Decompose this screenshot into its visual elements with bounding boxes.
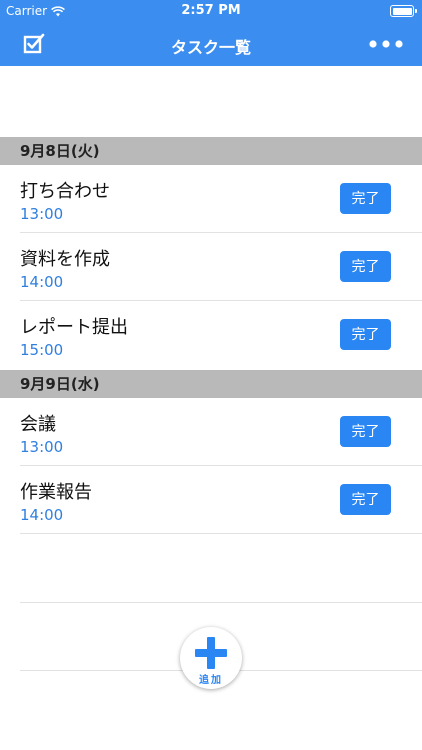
task-title: 資料を作成 <box>20 249 110 270</box>
task-time: 14:00 <box>20 273 64 291</box>
row-divider <box>20 533 422 534</box>
complete-button[interactable]: 完了 <box>340 416 391 447</box>
complete-button[interactable]: 完了 <box>340 183 391 214</box>
task-title: レポート提出 <box>20 317 128 338</box>
page-title: タスク一覧 <box>170 38 251 57</box>
task-row: レポート提出 15:00 完了 <box>0 301 422 369</box>
task-time: 14:00 <box>20 506 64 524</box>
empty-row-divider <box>20 602 422 603</box>
plus-icon <box>195 637 227 669</box>
section-header-0: 9月8日(火) <box>0 137 422 165</box>
add-task-button[interactable]: 追加 <box>180 627 242 689</box>
complete-button[interactable]: 完了 <box>340 484 391 515</box>
task-title: 作業報告 <box>20 482 92 503</box>
battery-icon <box>390 5 417 17</box>
task-time: 15:00 <box>20 341 64 359</box>
task-title: 打ち合わせ <box>20 181 110 202</box>
task-row: 作業報告 14:00 完了 <box>0 466 422 534</box>
task-time: 13:00 <box>20 205 64 223</box>
top-spacer <box>0 66 422 136</box>
status-bar: Carrier 2:57 PM <box>0 0 422 22</box>
task-time: 13:00 <box>20 438 64 456</box>
complete-button[interactable]: 完了 <box>340 251 391 282</box>
complete-button[interactable]: 完了 <box>340 319 391 350</box>
more-icon[interactable] <box>368 32 404 56</box>
add-task-label: 追加 <box>199 675 223 686</box>
navigation-bar: タスク一覧 <box>0 22 422 66</box>
status-time: 2:57 PM <box>181 3 241 18</box>
task-title: 会議 <box>20 414 56 435</box>
task-row: 資料を作成 14:00 完了 <box>0 233 422 301</box>
task-row: 打ち合わせ 13:00 完了 <box>0 165 422 233</box>
task-row: 会議 13:00 完了 <box>0 398 422 466</box>
section-header-1: 9月9日(水) <box>0 370 422 398</box>
